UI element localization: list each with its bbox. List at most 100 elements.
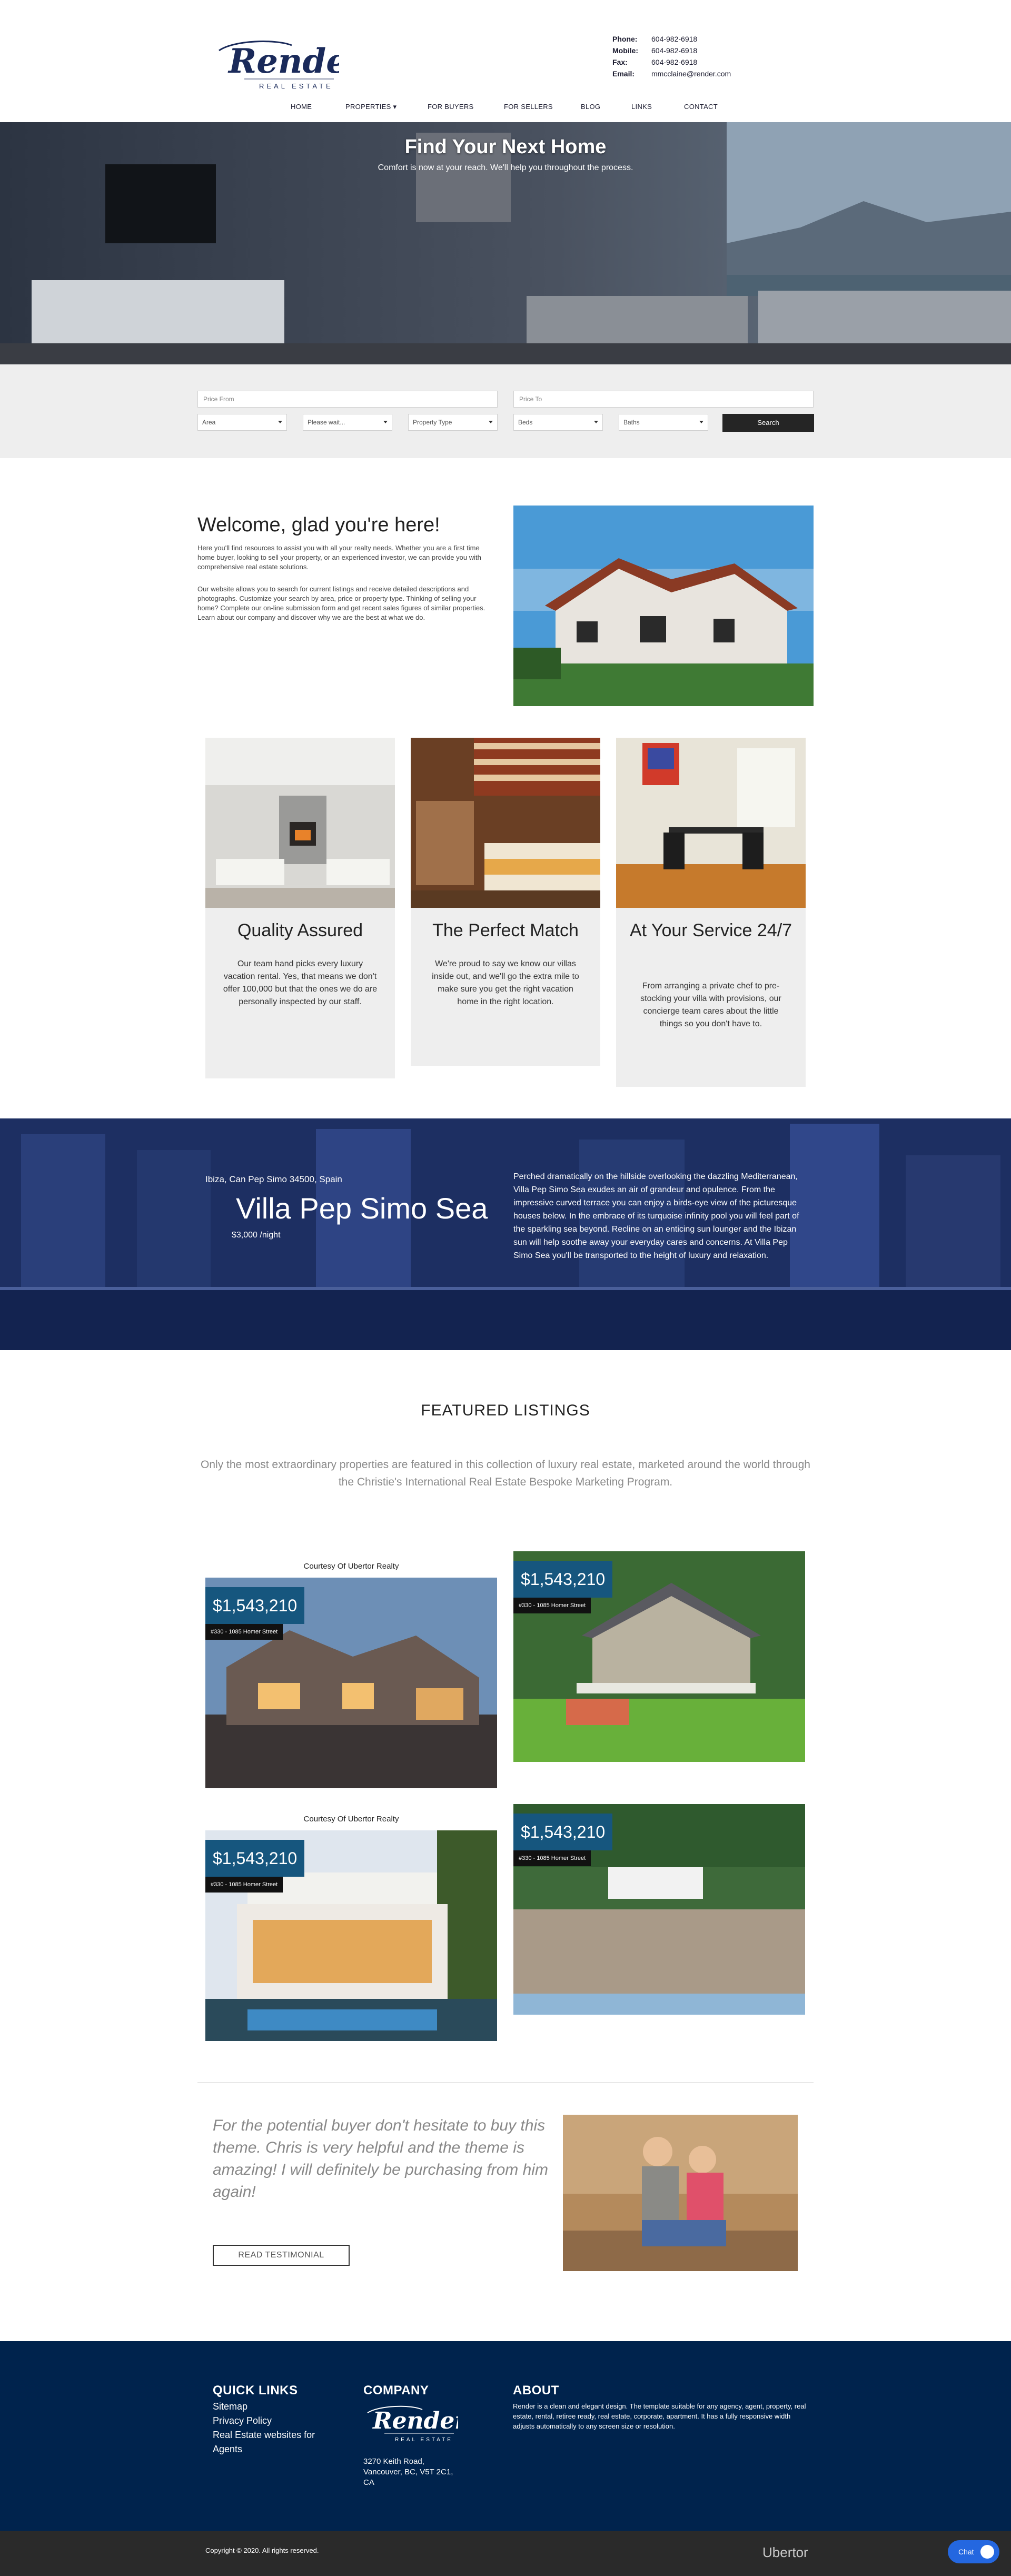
contact-mobile: Mobile: 604-982-6918 — [612, 46, 698, 55]
card-title: Quality Assured — [237, 920, 363, 940]
about-text: Render is a clean and elegant design. Th… — [513, 2402, 806, 2430]
city-night-image — [0, 1118, 1011, 1350]
feature-card-match: The Perfect Match We're proud to say we … — [411, 738, 600, 1066]
footer-link-privacy[interactable]: Privacy Policy — [213, 2415, 272, 2426]
footer-address-line: 3270 Keith Road, — [363, 2457, 424, 2466]
welcome-paragraph-1: Here you'll find resources to assist you… — [197, 544, 481, 571]
svg-text:Render: Render — [372, 2407, 458, 2434]
villa-price: $3,000 /night — [232, 1231, 281, 1240]
ubertor-logo-text: Ubertor — [762, 2544, 808, 2560]
testimonial-couple-image — [563, 2115, 798, 2271]
welcome-title: Welcome, glad you're here! — [197, 514, 440, 536]
svg-text:REAL ESTATE: REAL ESTATE — [259, 82, 333, 90]
villa-name[interactable]: Villa Pep Simo Sea — [236, 1191, 488, 1225]
footer-address-line: Vancouver, BC, V5T 2C1, — [363, 2468, 453, 2476]
chevron-down-icon — [489, 421, 493, 423]
baths-select[interactable]: Baths — [619, 414, 708, 431]
testimonial-quote: For the potential buyer don't hesitate t… — [213, 2117, 548, 2201]
dining-room-image — [616, 738, 806, 908]
footer-bottom-bar — [0, 2531, 1011, 2576]
listing-address: #330 - 1085 Homer Street — [205, 1624, 283, 1640]
card-title: The Perfect Match — [432, 920, 579, 940]
listing-courtesy: Courtesy Of Ubertor Realty — [303, 1562, 399, 1571]
contact-phone: Phone: 604-982-6918 — [612, 35, 698, 43]
contact-fax: Fax: 604-982-6918 — [612, 58, 698, 66]
site-footer — [0, 2341, 1011, 2531]
chevron-down-icon — [699, 421, 703, 423]
quick-links-title: QUICK LINKS — [213, 2383, 298, 2397]
listing-courtesy: Courtesy Of Ubertor Realty — [303, 1815, 399, 1824]
living-room-image — [205, 738, 395, 908]
chat-button[interactable]: Chat — [948, 2540, 999, 2563]
welcome-paragraph-2: Our website allows you to search for cur… — [197, 585, 485, 621]
listing-card[interactable]: $1,543,210 #330 - 1085 Homer Street — [205, 1578, 497, 1788]
nav-for-sellers[interactable]: FOR SELLERS — [504, 98, 553, 116]
villa-location: Ibiza, Can Pep Simo 34500, Spain — [205, 1174, 342, 1184]
logo-mark: Render REAL ESTATE — [219, 41, 368, 90]
nav-properties[interactable]: PROPERTIES ▾ — [345, 98, 397, 116]
footer-address-line: CA — [363, 2478, 374, 2487]
chevron-down-icon — [594, 421, 598, 423]
nav-blog[interactable]: BLOG — [581, 98, 600, 116]
listing-price: $1,543,210 — [205, 1840, 305, 1877]
site-logo[interactable]: Render REAL ESTATE — [213, 29, 368, 93]
footer-logo[interactable]: Render REAL ESTATE — [363, 2399, 468, 2446]
chat-label: Chat — [958, 2548, 974, 2556]
footer-link-websites[interactable]: Real Estate websites for — [213, 2430, 315, 2441]
nav-contact[interactable]: CONTACT — [684, 98, 718, 116]
price-from-input[interactable]: Price From — [197, 391, 498, 408]
villa-description: Perched dramatically on the hillside ove… — [513, 1172, 799, 1260]
chat-bubble-icon — [980, 2545, 994, 2559]
hero-image — [0, 122, 1011, 364]
welcome-house-image — [513, 506, 814, 706]
featured-subtitle: Only the most extraordinary properties a… — [201, 1459, 810, 1488]
card-text: From arranging a private chef to pre-sto… — [640, 982, 781, 1028]
listing-card[interactable]: $1,543,210 #330 - 1085 Homer Street — [205, 1830, 497, 2041]
listing-price: $1,543,210 — [513, 1814, 613, 1850]
hero-banner — [0, 122, 1011, 364]
company-title: COMPANY — [363, 2383, 429, 2397]
hero-title: Find Your Next Home — [404, 136, 607, 158]
search-button[interactable]: Search — [722, 414, 814, 432]
main-nav: HOME PROPERTIES ▾ FOR BUYERS FOR SELLERS… — [0, 98, 1011, 116]
feature-card-service: At Your Service 24/7 From arranging a pr… — [616, 738, 806, 1087]
contact-email[interactable]: Email: mmcclaine@render.com — [612, 68, 731, 79]
villa-showcase — [0, 1118, 1011, 1350]
feature-card-quality: Quality Assured Our team hand picks ever… — [205, 738, 395, 1078]
ubertor-logo[interactable]: Ubertor — [762, 2544, 808, 2561]
card-text: Our team hand picks every luxury vacatio… — [223, 959, 378, 1006]
listing-card[interactable]: $1,543,210 #330 - 1085 Homer Street — [513, 1804, 805, 2015]
footer-link-sitemap[interactable]: Sitemap — [213, 2401, 247, 2412]
nav-for-buyers[interactable]: FOR BUYERS — [428, 98, 474, 116]
hero-subtitle: Comfort is now at your reach. We'll help… — [378, 163, 633, 172]
listing-price: $1,543,210 — [205, 1587, 305, 1624]
listing-price: $1,543,210 — [513, 1561, 613, 1598]
svg-text:Render: Render — [227, 42, 339, 81]
footer-link-agents[interactable]: Agents — [213, 2444, 242, 2455]
city-select[interactable]: Please wait... — [303, 414, 392, 431]
nav-links[interactable]: LINKS — [631, 98, 652, 116]
featured-title: FEATURED LISTINGS — [421, 1402, 590, 1419]
section-divider — [197, 2082, 814, 2083]
copyright-text: Copyright © 2020. All rights reserved. — [205, 2547, 319, 2554]
svg-text:REAL ESTATE: REAL ESTATE — [395, 2437, 453, 2443]
beds-select[interactable]: Beds — [513, 414, 603, 431]
read-testimonial-button[interactable]: READ TESTIMONIAL — [213, 2245, 350, 2266]
listing-card[interactable]: $1,543,210 #330 - 1085 Homer Street — [513, 1551, 805, 1762]
bedroom-image — [411, 738, 600, 908]
property-type-select[interactable]: Property Type — [408, 414, 498, 431]
card-text: We're proud to say we know our villas in… — [432, 959, 579, 1006]
chevron-down-icon — [383, 421, 388, 423]
listing-address: #330 - 1085 Homer Street — [205, 1877, 283, 1893]
logo-mark: Render REAL ESTATE — [367, 2405, 468, 2443]
about-title: ABOUT — [513, 2383, 559, 2397]
nav-home[interactable]: HOME — [291, 98, 312, 116]
chevron-down-icon: ▾ — [393, 103, 397, 111]
price-to-input[interactable]: Price To — [513, 391, 814, 408]
card-title: At Your Service 24/7 — [629, 920, 792, 940]
listing-address: #330 - 1085 Homer Street — [513, 1598, 591, 1613]
search-panel — [0, 364, 1011, 458]
listing-address: #330 - 1085 Homer Street — [513, 1850, 591, 1866]
area-select[interactable]: Area — [197, 414, 287, 431]
chevron-down-icon — [278, 421, 282, 423]
